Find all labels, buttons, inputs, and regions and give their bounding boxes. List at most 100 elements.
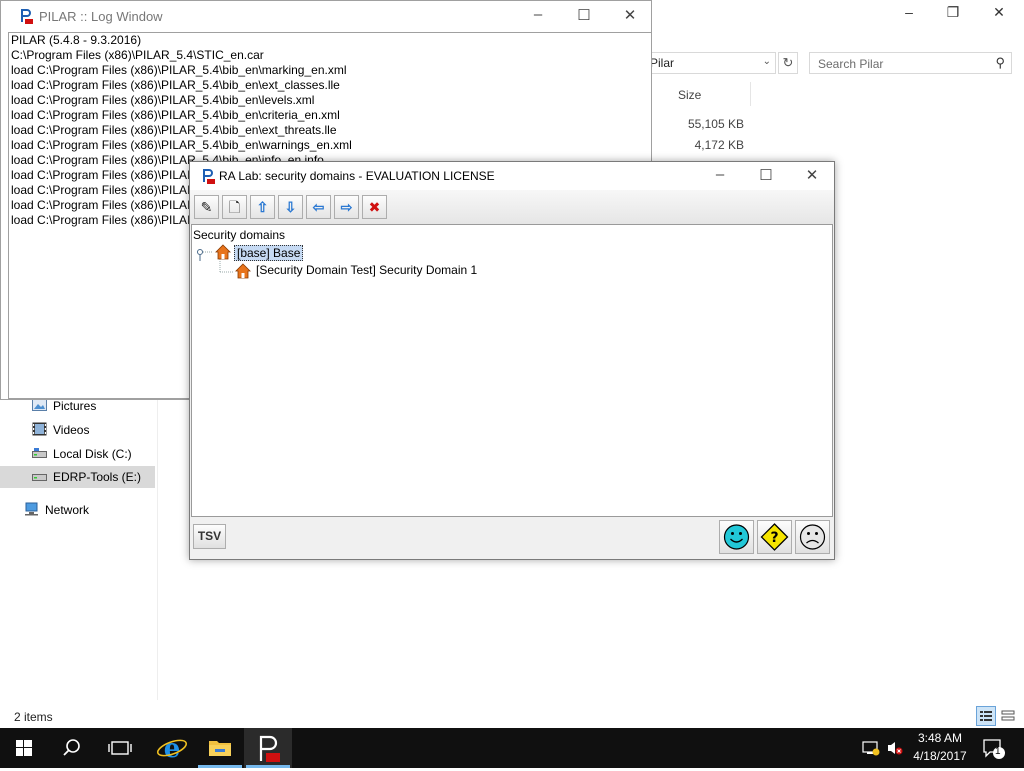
nav-pane-divider [157,390,158,700]
action-center-button[interactable]: 1 [982,738,1006,760]
question-diamond-icon: ? [760,523,789,551]
ra-lab-window: RA Lab: security domains - EVALUATION LI… [189,161,835,560]
pilar-app-icon [259,735,280,762]
pilar-app-icon [201,168,215,184]
nav-item-videos[interactable]: Videos [0,419,155,441]
security-domains-tree[interactable]: Security domains [base] Base [Security D… [191,224,833,517]
file-size: 55,105 KB [687,117,744,131]
svg-text:e: e [164,734,181,764]
log-line: load C:\Program Files (x86)\PILAR_5.4\bi… [11,78,340,92]
nav-item-label: Pictures [53,399,97,413]
log-line: load C:\Program Files (x86)\PILAR_5.4\bi… [11,123,337,137]
column-separator[interactable] [750,82,751,106]
ra-maximize-button[interactable]: ☐ [743,166,789,184]
nav-item-label: EDRP-Tools (E:) [53,470,142,484]
address-bar-text: Pilar [650,56,675,70]
network-icon [25,502,38,516]
log-line: load C:\Program Files (x86)\PILAI [11,183,191,197]
log-close-button[interactable]: ✕ [607,6,653,24]
arrow-right-icon: ⇨ [340,199,353,215]
log-line: load C:\Program Files (x86)\PILAR_5.4\bi… [11,138,352,152]
help-button[interactable]: ? [757,520,792,554]
house-icon [235,263,251,279]
nav-item-network[interactable]: Network [0,499,147,521]
new-button[interactable]: 🗋 [222,195,247,219]
explorer-restore-button[interactable]: ❐ [930,2,976,22]
ra-close-button[interactable]: ✕ [789,166,835,184]
search-placeholder: Search Pilar [818,57,884,71]
nav-item-edrp-tools[interactable]: EDRP-Tools (E:) [0,466,155,488]
search-icon [63,739,80,756]
move-left-button[interactable]: ⇦ [306,195,331,219]
refresh-button[interactable]: ↻ [778,52,798,74]
log-line: C:\Program Files (x86)\PILAR_5.4\STIC_en… [11,48,264,62]
pilar-app-icon [19,8,33,24]
details-view-icon[interactable] [976,706,996,726]
folder-icon [209,741,231,756]
status-bar-item-count: 2 items [14,710,53,724]
ra-bottom-bar: TSV ? [190,518,834,559]
arrow-down-icon: ⇩ [284,199,297,215]
pilar-taskbar-button[interactable] [244,728,292,768]
log-line: load C:\Program Files (x86)\PILAR_5.4\bi… [11,63,347,77]
search-input[interactable]: Search Pilar ⚲ [809,52,1012,74]
start-button[interactable] [0,728,48,768]
tsv-button[interactable]: TSV [193,524,226,549]
move-right-button[interactable]: ⇨ [334,195,359,219]
hard-disk-icon [32,448,47,458]
file-explorer-button[interactable] [196,728,244,768]
tree-node-base[interactable]: [base] Base [234,245,304,261]
move-up-button[interactable]: ⇧ [250,195,275,219]
log-line: load C:\Program Files (x86)\PILAR_5.4\bi… [11,108,340,122]
videos-icon [32,422,47,436]
notification-icon [983,739,1005,759]
address-bar[interactable]: Pilar ⌄ [645,52,776,74]
explorer-minimize-button[interactable]: – [886,2,932,22]
internet-explorer-button[interactable]: e [148,728,196,768]
log-line: load C:\Program Files (x86)\PILAR_5.4\bi… [11,93,315,107]
svg-text:?: ? [770,530,778,546]
internet-explorer-icon: e [156,734,188,764]
arrow-left-icon: ⇦ [312,199,325,215]
tree-node-security-domain-1[interactable]: [Security Domain Test] Security Domain 1 [256,263,477,277]
ok-button[interactable] [719,520,754,554]
cancel-button[interactable] [795,520,830,554]
ra-minimize-button[interactable]: – [697,166,743,183]
log-line: PILAR (5.4.8 - 9.3.2016) [11,33,142,47]
nav-item-label: Videos [53,423,90,437]
nav-item-local-disk[interactable]: Local Disk (C:) [0,443,155,465]
clock-date[interactable]: 4/18/2017 [905,749,975,763]
move-down-button[interactable]: ⇩ [278,195,303,219]
usb-drive-icon [32,474,47,481]
chevron-down-icon[interactable]: ⌄ [763,56,771,67]
task-view-button[interactable] [96,728,144,768]
large-icons-view-icon[interactable] [1000,708,1016,724]
log-maximize-button[interactable]: ☐ [561,6,607,24]
ra-lab-titlebar[interactable]: RA Lab: security domains - EVALUATION LI… [190,162,834,190]
ra-lab-title: RA Lab: security domains - EVALUATION LI… [219,169,495,183]
arrow-up-icon: ⇧ [256,199,269,215]
search-icon: ⚲ [995,55,1005,70]
log-line: load C:\Program Files (x86)\PILAI [11,198,191,212]
clock-time[interactable]: 3:48 AM [905,731,975,745]
delete-icon: ✖ [368,199,381,215]
nav-item-label: Local Disk (C:) [53,447,132,461]
volume-muted-icon[interactable] [886,740,904,759]
pictures-icon [32,399,47,411]
new-document-icon: 🗋 [228,199,241,215]
nav-item-label: Network [45,503,90,517]
smiley-face-icon [723,524,750,550]
network-tray-icon[interactable] [862,740,880,759]
edit-button[interactable]: ✎ [194,195,219,219]
column-header-size[interactable]: Size [678,88,701,102]
log-minimize-button[interactable]: – [515,6,561,23]
windows-logo-icon [16,740,32,756]
file-size: 4,172 KB [694,138,744,152]
delete-button[interactable]: ✖ [362,195,387,219]
search-button[interactable] [48,728,96,768]
explorer-close-button[interactable]: ✕ [976,2,1022,22]
task-view-icon [108,741,132,755]
sad-face-icon [799,524,826,550]
notification-count: 1 [995,746,1001,757]
house-icon [215,244,231,260]
